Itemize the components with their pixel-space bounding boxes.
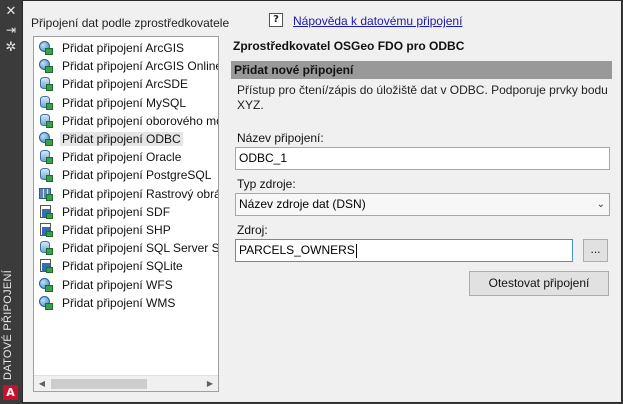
provider-list-item-label: Přidat připojení SHP <box>62 223 171 237</box>
file-icon <box>38 258 54 274</box>
settings-icon[interactable]: ✲ <box>3 40 19 56</box>
list-horizontal-scrollbar[interactable]: ◀ ▶ <box>34 375 218 391</box>
provider-list-item-label: Přidat připojení Rastrový obráz <box>62 186 218 201</box>
provider-list-item-label: Přidat připojení ODBC <box>60 132 183 146</box>
provider-list-item[interactable]: Přidat připojení WMS <box>34 294 218 312</box>
test-connection-button[interactable]: Otestovat připojení <box>469 271 609 296</box>
provider-list-item[interactable]: Přidat připojení ArcGIS <box>34 39 218 57</box>
connection-name-input[interactable]: ODBC_1 <box>235 147 610 170</box>
database-icon <box>38 113 54 129</box>
browse-button[interactable]: ... <box>583 239 608 262</box>
globe-icon <box>38 58 54 74</box>
provider-list-item[interactable]: Přidat připojení SQLite <box>34 257 218 275</box>
autocad-logo-icon: A <box>3 385 18 400</box>
text-caret <box>355 243 357 258</box>
provider-list-item[interactable]: Přidat připojení Rastrový obráz <box>34 185 218 203</box>
provider-list-item-label: Přidat připojení Oracle <box>62 150 182 165</box>
provider-list-item-label: Přidat připojení ArcGIS Online <box>62 59 218 74</box>
database-icon <box>38 167 54 183</box>
provider-list-item-label: Přidat připojení SQL Server Spa <box>62 241 218 256</box>
database-icon <box>38 95 54 111</box>
provider-list-item-label: Přidat připojení ArcGIS <box>62 41 185 55</box>
source-type-select[interactable]: Název zdroje dat (DSN) ⌄ <box>235 193 610 216</box>
provider-list-item[interactable]: Přidat připojení SDF <box>34 203 218 221</box>
raster-icon <box>38 186 54 202</box>
help-link[interactable]: Nápověda k datovému připojení <box>293 14 462 28</box>
provider-list-item[interactable]: Přidat připojení oborového mo <box>34 112 218 130</box>
globe-icon <box>38 131 54 147</box>
help-icon[interactable]: ? <box>269 13 283 27</box>
provider-list-item-label: Přidat připojení oborového mo <box>62 113 218 128</box>
source-label: Zdroj: <box>237 223 268 237</box>
section-header: Přidat nové připojení <box>231 61 612 79</box>
provider-list-item[interactable]: Přidat připojení SQL Server Spa <box>34 239 218 257</box>
source-type-label: Typ zdroje: <box>237 177 296 191</box>
source-value: PARCELS_OWNERS <box>239 243 355 257</box>
connection-name-label: Název připojení: <box>237 131 324 145</box>
source-input[interactable]: PARCELS_OWNERS <box>235 239 573 262</box>
provider-list-item-label: Přidat připojení SDF <box>62 204 171 219</box>
provider-list-item[interactable]: Přidat připojení Oracle <box>34 148 218 166</box>
provider-list-item-label: Přidat připojení WMS <box>62 295 176 310</box>
scroll-thumb[interactable] <box>51 379 147 389</box>
provider-list-title: Připojení dat podle zprostředkovatele <box>31 16 230 30</box>
provider-list-item[interactable]: Přidat připojení ArcSDE <box>34 75 218 93</box>
provider-list-item[interactable]: Přidat připojení MySQL <box>34 94 218 112</box>
provider-list-item-label: Přidat připojení SQLite <box>62 259 183 274</box>
data-connect-panel: Připojení dat podle zprostředkovatele ? … <box>22 0 622 403</box>
database-icon <box>38 149 54 165</box>
scroll-right-arrow-icon[interactable]: ▶ <box>202 376 218 391</box>
provider-list-item[interactable]: Přidat připojení WFS <box>34 276 218 294</box>
source-type-value: Název zdroje dat (DSN) <box>239 197 366 211</box>
palette-strip: ✕ ⇥ ✲ DATOVÉ PŘIPOJENÍ A <box>0 0 22 404</box>
provider-list-item[interactable]: Přidat připojení PostgreSQL <box>34 166 218 184</box>
provider-list-item[interactable]: Přidat připojení SHP <box>34 221 218 239</box>
globe-icon <box>38 40 54 56</box>
provider-title: Zprostředkovatel OSGeo FDO pro ODBC <box>233 39 465 53</box>
provider-list-item-label: Přidat připojení MySQL <box>62 95 187 110</box>
database-icon <box>38 76 54 92</box>
globe-icon <box>38 277 54 293</box>
provider-list[interactable]: Přidat připojení ArcGIS Přidat připojení … <box>33 36 219 392</box>
file-icon <box>38 222 54 238</box>
file-icon <box>38 204 54 220</box>
palette-title: DATOVÉ PŘIPOJENÍ <box>2 269 14 380</box>
provider-list-item-label: Přidat připojení PostgreSQL <box>62 168 212 183</box>
scroll-left-arrow-icon[interactable]: ◀ <box>34 376 50 391</box>
provider-list-item[interactable]: Přidat připojení ArcGIS Online <box>34 57 218 75</box>
provider-description: Přístup pro čtení/zápis do úložiště dat … <box>237 83 608 112</box>
database-icon <box>38 240 54 256</box>
provider-list-item-label: Přidat připojení ArcSDE <box>62 77 189 92</box>
pin-icon[interactable]: ⇥ <box>3 22 19 38</box>
globe-icon <box>38 295 54 311</box>
provider-list-item[interactable]: Přidat připojení ODBC <box>34 130 218 148</box>
provider-list-item-label: Přidat připojení WFS <box>62 277 173 292</box>
chevron-down-icon[interactable]: ⌄ <box>597 194 605 215</box>
close-icon[interactable]: ✕ <box>3 4 19 20</box>
